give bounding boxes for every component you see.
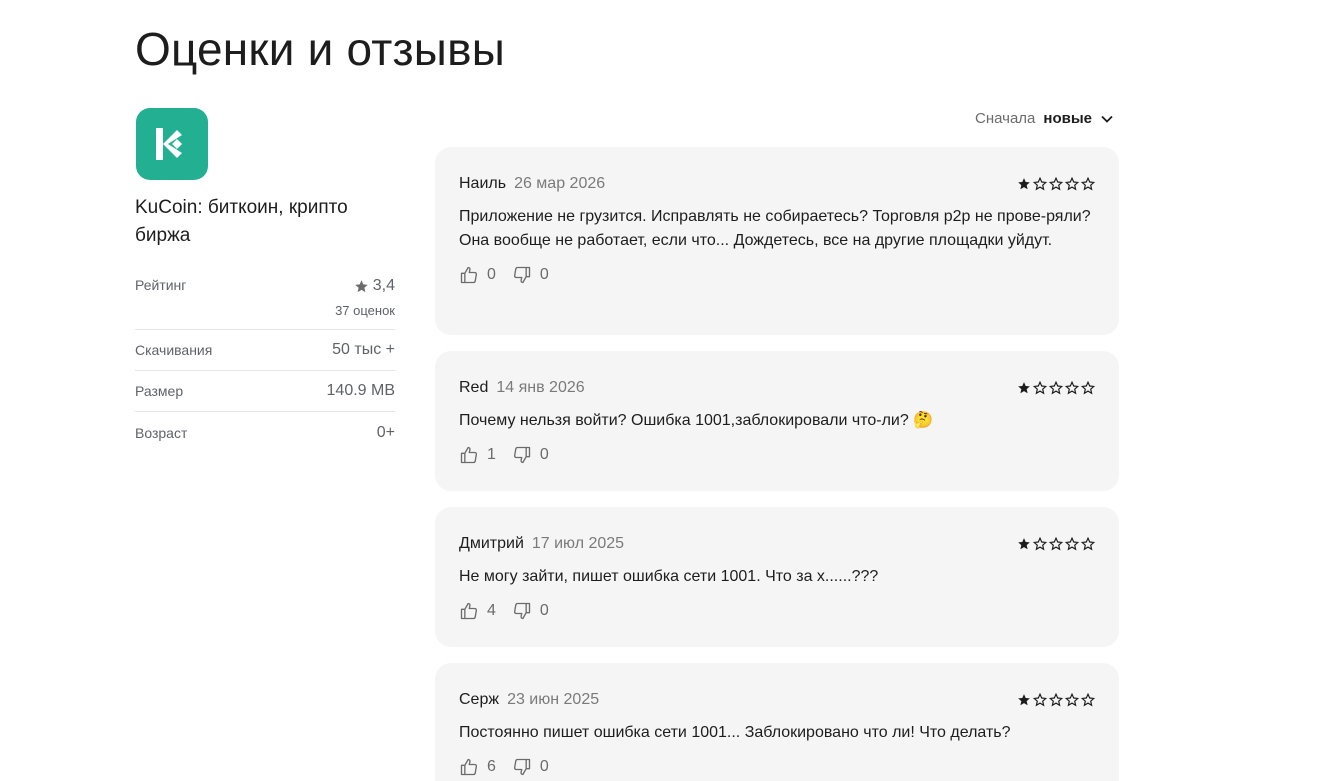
like-count: 1	[487, 446, 496, 463]
reviews-page: Оценки и отзывы KuCoin: биткоин, крипто …	[0, 0, 1339, 781]
star-empty-icon	[1081, 381, 1095, 395]
star-filled-icon	[1018, 694, 1030, 706]
downloads-value: 50 тыс +	[332, 341, 395, 358]
review-date: 23 июн 2025	[507, 691, 600, 708]
sort-label: Сначала	[975, 110, 1036, 127]
star-rating	[1017, 177, 1095, 191]
age-value: 0+	[376, 423, 395, 441]
review-text: Не могу зайти, пишет ошибка сети 1001. Ч…	[459, 568, 879, 585]
review-author: Серж	[459, 691, 500, 708]
review-author: Наиль	[459, 175, 507, 192]
dislike-button[interactable]: 0	[512, 265, 549, 285]
size-row: Размер 140.9 MB	[135, 371, 395, 412]
sort-value: новые	[1043, 110, 1092, 127]
chevron-down-icon	[1101, 115, 1113, 123]
star-rating	[1017, 381, 1095, 395]
star-empty-icon	[1033, 177, 1047, 191]
like-count: 0	[487, 266, 496, 283]
review-card: Наиль 26 мар 2026 Приложение не грузится…	[435, 147, 1119, 335]
star-empty-icon	[1033, 693, 1047, 707]
review-date: 14 янв 2026	[496, 379, 585, 396]
like-button[interactable]: 4	[459, 601, 496, 621]
dislike-count: 0	[539, 446, 549, 463]
review-text: Постоянно пишет ошибка сети 1001... Забл…	[459, 724, 1011, 741]
like-button[interactable]: 0	[459, 265, 496, 285]
kucoin-logo-icon	[136, 108, 208, 180]
age-row: Возраст 0+	[135, 412, 395, 453]
size-value: 140.9 MB	[326, 382, 395, 399]
star-empty-icon	[1065, 381, 1079, 395]
star-filled-icon	[1018, 538, 1030, 550]
thumbs-down-icon	[513, 602, 531, 620]
downloads-row: Скачивания 50 тыс +	[135, 330, 395, 371]
like-button[interactable]: 1	[459, 445, 496, 465]
star-empty-icon	[1033, 381, 1047, 395]
star-empty-icon	[1065, 177, 1079, 191]
downloads-label: Скачивания	[135, 342, 213, 358]
dislike-count: 0	[539, 266, 549, 283]
star-empty-icon	[1081, 537, 1095, 551]
review-card: Дмитрий 17 июл 2025 Не могу зайти, пишет…	[435, 507, 1119, 647]
star-filled-icon	[1018, 382, 1030, 394]
star-icon	[355, 279, 368, 292]
star-empty-icon	[1049, 693, 1063, 707]
star-empty-icon	[1049, 381, 1063, 395]
review-date: 17 июл 2025	[531, 535, 625, 552]
rating-label: Рейтинг	[135, 277, 187, 293]
review-author: Дмитрий	[459, 535, 524, 552]
thumbs-down-icon	[513, 446, 531, 464]
rating-row: Рейтинг 3,4 37 оценок	[135, 266, 395, 330]
review-author: Red	[459, 379, 489, 396]
rating-block: 3,4 37 оценок	[335, 277, 395, 318]
star-empty-icon	[1049, 537, 1063, 551]
review-card: Серж 23 июн 2025 Постоянно пишет ошибка …	[435, 663, 1119, 781]
review-date: 26 мар 2026	[514, 175, 606, 192]
star-rating	[1017, 537, 1095, 551]
star-empty-icon	[1081, 693, 1095, 707]
rating-count: 37 оценок	[335, 303, 395, 318]
age-label: Возраст	[135, 424, 188, 441]
star-rating	[1017, 693, 1095, 707]
thumbs-up-icon	[460, 602, 478, 620]
sort-dropdown[interactable]: Сначала новые	[975, 110, 1114, 127]
thumbs-up-icon	[460, 266, 478, 284]
dislike-count: 0	[539, 758, 549, 775]
dislike-button[interactable]: 0	[512, 601, 549, 621]
star-empty-icon	[1081, 177, 1095, 191]
star-empty-icon	[1033, 537, 1047, 551]
rating-value: 3,4	[372, 277, 395, 294]
star-empty-icon	[1065, 537, 1079, 551]
dislike-button[interactable]: 0	[512, 445, 549, 465]
page-title: Оценки и отзывы	[135, 23, 505, 75]
star-filled-icon	[1018, 178, 1030, 190]
thumbs-down-icon	[513, 266, 531, 284]
thumbs-down-icon	[513, 758, 531, 776]
star-empty-icon	[1065, 693, 1079, 707]
star-empty-icon	[1049, 177, 1063, 191]
thumbs-up-icon	[460, 758, 478, 776]
app-name: KuCoin: биткоин, крипто биржа	[135, 197, 348, 246]
review-card: Red 14 янв 2026 Почему нельзя войти? Оши…	[435, 351, 1119, 491]
thumbs-up-icon	[460, 446, 478, 464]
like-count: 4	[487, 602, 496, 619]
review-text: Приложение не грузится. Исправлять не со…	[459, 208, 1091, 249]
like-count: 6	[487, 758, 496, 775]
app-info-table: Рейтинг 3,4 37 оценок Скачивания 50 тыс …	[135, 266, 395, 453]
dislike-count: 0	[539, 602, 549, 619]
dislike-button[interactable]: 0	[512, 757, 549, 777]
size-label: Размер	[135, 383, 184, 399]
review-text: Почему нельзя войти? Ошибка 1001,заблоки…	[459, 412, 934, 429]
like-button[interactable]: 6	[459, 757, 496, 777]
